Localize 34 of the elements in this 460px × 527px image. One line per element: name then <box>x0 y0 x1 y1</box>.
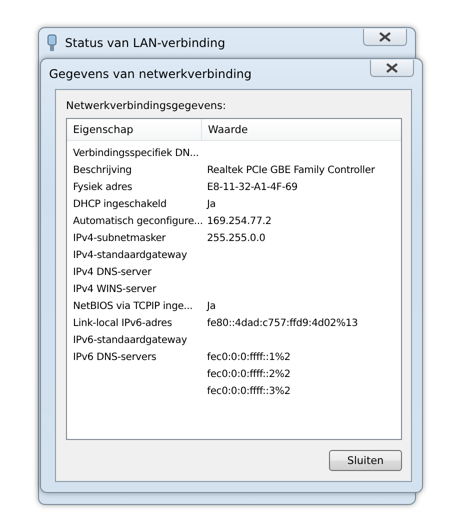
value-cell-text: 255.255.0.0 <box>207 232 266 246</box>
close-icon <box>379 32 391 42</box>
close-dialog-button[interactable]: Sluiten <box>329 450 402 471</box>
value-cell-text: fe80::4dad:c757:ffd9:4d02%13 <box>207 317 358 331</box>
column-header[interactable]: Eigenschap <box>67 119 202 140</box>
property-cell-text: Automatisch geconfigure... <box>72 215 201 229</box>
property-cell-text: Verbindingsspecifiek DN... <box>72 147 200 161</box>
value-cell-text: fec0:0:0:ffff::2%2 <box>207 368 290 382</box>
property-cell-text: Beschrijving <box>72 164 133 178</box>
property-cell-text: DHCP ingeschakeld <box>72 198 168 212</box>
property-cell-text: Link-local IPv6-adres <box>72 317 173 331</box>
value-cell-text: Ja <box>207 300 216 314</box>
property-cell-text: Fysiek adres <box>72 181 134 195</box>
column-header[interactable]: Waarde <box>202 119 401 140</box>
value-cell-text: 169.254.77.2 <box>207 215 272 229</box>
property-cell-text: IPv4-standaardgateway <box>72 249 188 263</box>
value-cell-text: Realtek PCIe GBE Family Controller <box>207 164 375 178</box>
value-cell-text: Ja <box>207 198 216 212</box>
network-adapter-icon <box>47 34 57 52</box>
window-title: Gegevens van netwerkverbinding <box>49 67 252 81</box>
value-cell-text: fec0:0:0:ffff::3%2 <box>207 385 290 399</box>
property-cell-text: IPv6 DNS-servers <box>72 351 158 365</box>
section-label: Netwerkverbindingsgegevens: <box>66 100 226 112</box>
property-cell-text: IPv4-subnetmasker <box>72 232 167 246</box>
property-cell-text: IPv4 WINS-server <box>72 283 158 297</box>
property-cell-text: IPv4 DNS-server <box>72 266 152 280</box>
window-title: Status van LAN-verbinding <box>65 36 226 50</box>
property-cell-text: NetBIOS via TCPIP inge... <box>72 300 194 314</box>
value-cell-text: E8-11-32-A1-4F-69 <box>207 181 298 195</box>
property-cell-text: IPv6-standaardgateway <box>72 334 188 348</box>
close-button[interactable] <box>363 29 407 46</box>
close-button[interactable] <box>370 60 414 77</box>
value-cell-text: fec0:0:0:ffff::1%2 <box>207 351 290 365</box>
close-icon <box>386 63 398 73</box>
